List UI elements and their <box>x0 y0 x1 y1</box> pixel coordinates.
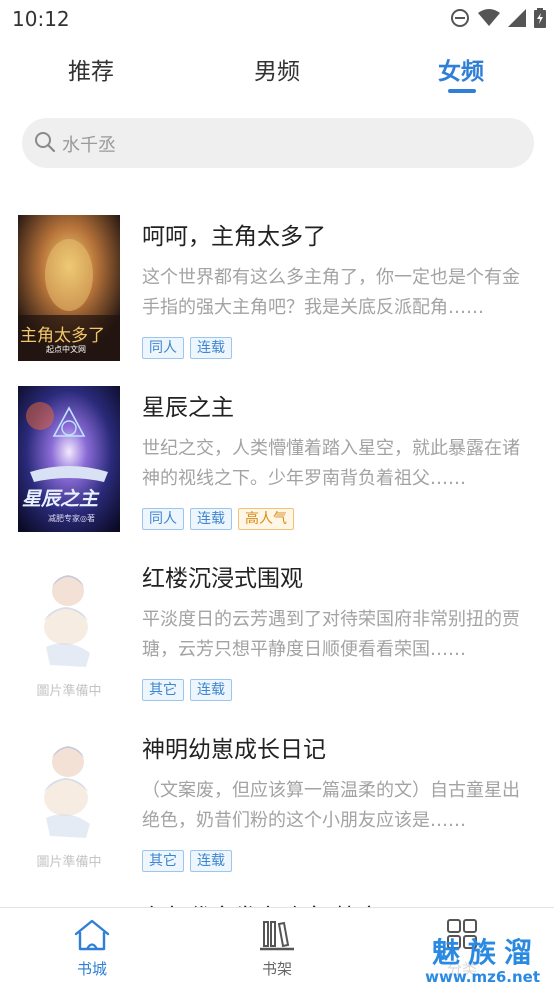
house-icon <box>72 919 112 956</box>
active-tab-indicator <box>448 89 476 93</box>
placeholder-caption: 圖片準備中 <box>36 684 102 699</box>
watermark-url: www.mz6.net <box>425 968 540 985</box>
bookshelf-icon <box>257 921 297 956</box>
book-cover-placeholder: 圖片準備中 <box>18 728 120 874</box>
cover-title-text: 主角太多了 <box>20 326 105 346</box>
book-tags: 同人 连载 高人气 <box>142 508 294 530</box>
nav-bookshelf[interactable]: 书架 <box>237 918 317 979</box>
tag-status: 连载 <box>190 679 232 701</box>
book-item[interactable]: 星辰之主 减肥专家◎著 星辰之主 世纪之交，人类懵懂着踏入星空，就此暴露在诸神的… <box>0 386 554 556</box>
tab-male[interactable]: 男频 <box>254 52 300 86</box>
book-cover-placeholder: 圖片準備中 <box>18 557 120 703</box>
status-icons <box>450 8 546 32</box>
book-description: （文案废，但应该算一篇温柔的文）自古童星出绝色，奶昔们粉的这个小朋友应该是…… <box>142 780 520 831</box>
search-icon <box>34 131 56 157</box>
book-description: 平淡度日的云芳遇到了对待荣国府非常别扭的贾瑭，云芳只想平静度日顺便看看荣国…… <box>142 609 520 660</box>
cover-title-text: 星辰之主 <box>22 488 99 510</box>
book-description: 这个世界都有这么多主角了，你一定也是个有金手指的强大主角吧？我是关底反派配角…… <box>142 267 520 318</box>
book-description: 世纪之交，人类懵懂着踏入星空，就此暴露在诸神的视线之下。少年罗南背负着祖父…… <box>142 438 520 489</box>
book-cover: 星辰之主 减肥专家◎著 <box>18 386 120 532</box>
book-title: 呵呵，主角太多了 <box>142 224 326 250</box>
book-tags: 其它 连载 <box>142 850 232 872</box>
tag-genre: 同人 <box>142 337 184 359</box>
nav-label: 书城 <box>76 960 107 978</box>
tag-status: 连载 <box>190 850 232 872</box>
tag-status: 连载 <box>190 508 232 530</box>
nav-bookstore[interactable]: 书城 <box>52 918 132 979</box>
cover-publisher-text: 起点中文网 <box>46 345 86 354</box>
search-placeholder: 水千丞 <box>62 135 116 156</box>
battery-icon <box>534 8 546 32</box>
cover-publisher-text: 减肥专家◎著 <box>48 514 95 523</box>
book-title: 星辰之主 <box>142 395 234 421</box>
book-tags: 同人 连载 <box>142 337 232 359</box>
tab-female[interactable]: 女频 <box>438 52 484 86</box>
tag-genre: 同人 <box>142 508 184 530</box>
status-time: 10:12 <box>12 7 70 31</box>
category-tabs: 推荐 男频 女频 <box>0 38 554 98</box>
do-not-disturb-icon <box>450 8 470 32</box>
placeholder-caption: 圖片準備中 <box>36 855 102 870</box>
tab-recommend[interactable]: 推荐 <box>68 52 114 86</box>
book-tags: 其它 连载 <box>142 679 232 701</box>
nav-label: 书架 <box>261 960 292 978</box>
watermark-title: 魅族溜 <box>431 936 540 969</box>
tag-status: 连载 <box>190 337 232 359</box>
tag-popular: 高人气 <box>238 508 294 530</box>
book-item[interactable]: 圖片準備中 红楼沉浸式围观 平淡度日的云芳遇到了对待荣国府非常别扭的贾瑭，云芳只… <box>0 557 554 727</box>
tag-genre: 其它 <box>142 850 184 872</box>
book-title: 红楼沉浸式围观 <box>142 566 303 592</box>
signal-icon <box>508 9 526 31</box>
book-cover: 主角太多了 起点中文网 <box>18 215 120 361</box>
watermark: 魅族溜 www.mz6.net <box>425 938 540 985</box>
tag-genre: 其它 <box>142 679 184 701</box>
wifi-icon <box>478 9 500 31</box>
book-title: 神明幼崽成长日记 <box>142 737 326 763</box>
status-bar: 10:12 <box>0 0 554 38</box>
book-item[interactable]: 圖片準備中 神明幼崽成长日记 （文案废，但应该算一篇温柔的文）自古童星出绝色，奶… <box>0 728 554 898</box>
search-input[interactable]: 水千丞 <box>22 118 534 168</box>
book-item[interactable]: 主角太多了 起点中文网 呵呵，主角太多了 这个世界都有这么多主角了，你一定也是个… <box>0 215 554 385</box>
